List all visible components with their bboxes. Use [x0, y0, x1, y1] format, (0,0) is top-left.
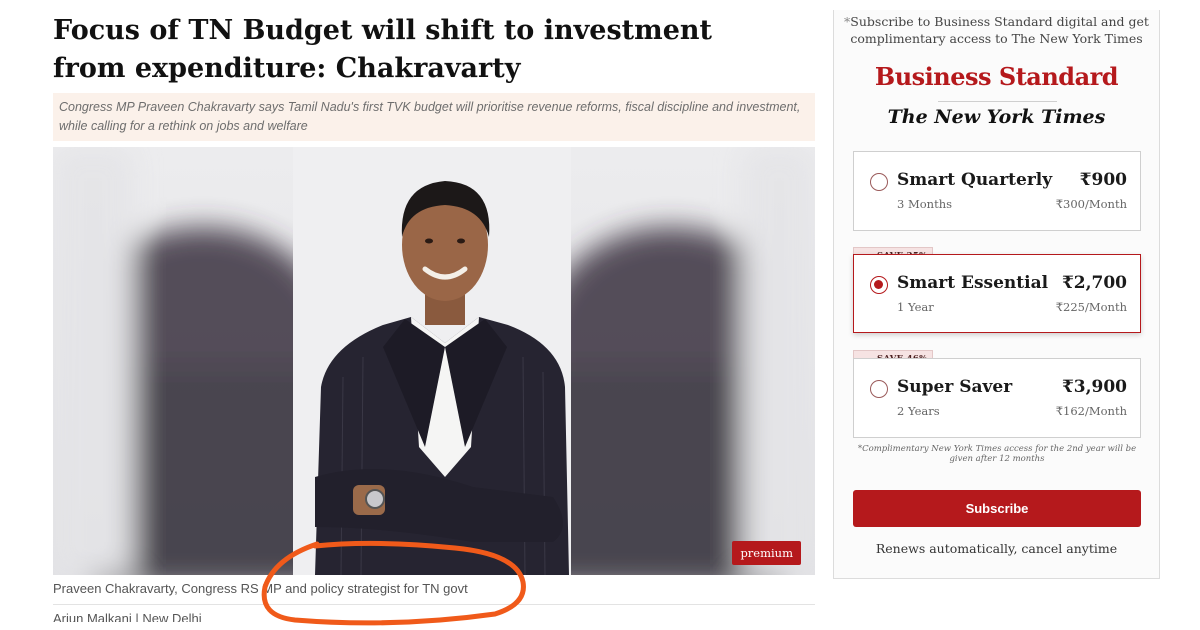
plan-smart-essential[interactable]: Smart Essential ₹2,700 1 Year ₹225/Month [853, 254, 1141, 333]
plan-monthly-price: ₹300/Month [1055, 197, 1127, 211]
premium-badge: premium [732, 541, 801, 565]
plan-smart-quarterly[interactable]: Smart Quarterly ₹900 3 Months ₹300/Month [853, 151, 1141, 231]
plan-name: Smart Quarterly [897, 170, 1053, 190]
plan-term: 3 Months [897, 197, 953, 211]
portrait-image [53, 147, 815, 575]
nyt-logo: The New York Times [887, 106, 1106, 128]
photo-caption: Praveen Chakravarty, Congress RS MP and … [53, 581, 815, 605]
plan-term: 1 Year [897, 300, 934, 314]
plan-term: 2 Years [897, 404, 940, 418]
plan-price: ₹3,900 [1061, 377, 1127, 397]
plan-radio[interactable] [870, 380, 888, 398]
subscribe-button[interactable]: Subscribe [853, 490, 1141, 527]
subscribe-panel: *Subscribe to Business Standard digital … [833, 10, 1160, 579]
plan-price: ₹900 [1079, 170, 1127, 190]
plan-radio-selected[interactable] [870, 276, 888, 294]
article-byline: Arjun Malkani | New Delhi [53, 612, 202, 622]
article-summary: Congress MP Praveen Chakravarty says Tam… [53, 93, 815, 141]
plan-radio[interactable] [870, 173, 888, 191]
plan-name: Smart Essential [897, 273, 1049, 293]
plan-name: Super Saver [897, 377, 1013, 397]
plan-price: ₹2,700 [1061, 273, 1127, 293]
promo-text: *Subscribe to Business Standard digital … [834, 13, 1159, 47]
article-headline: Focus of TN Budget will shift to investm… [53, 15, 712, 84]
plan-super-saver[interactable]: Super Saver ₹3,900 2 Years ₹162/Month [853, 358, 1141, 438]
logo-divider [938, 101, 1057, 102]
article-photo[interactable]: premium [53, 147, 815, 575]
nyt-footnote: *Complimentary New York Times access for… [857, 444, 1137, 464]
plan-monthly-price: ₹162/Month [1055, 404, 1127, 418]
promo-copy: Subscribe to Business Standard digital a… [850, 14, 1149, 46]
business-standard-logo: Business Standard [874, 62, 1119, 91]
renews-note: Renews automatically, cancel anytime [875, 541, 1118, 556]
plan-monthly-price: ₹225/Month [1055, 300, 1127, 314]
